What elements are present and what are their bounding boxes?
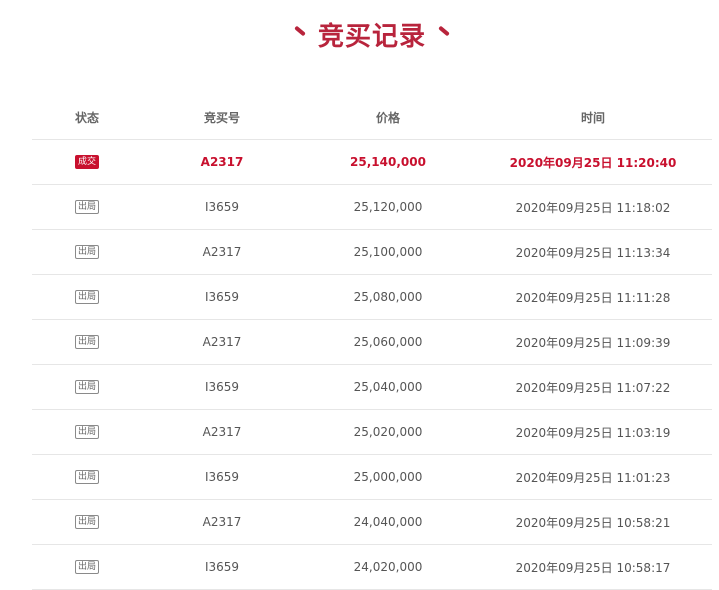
table-row: 出局 I3659 24,020,000 2020年09月25日 10:58:17: [32, 544, 712, 590]
bid-number-cell: I3659: [142, 274, 302, 320]
status-badge: 出局: [74, 200, 99, 215]
status-cell: 出局: [32, 364, 142, 410]
price-cell: 25,140,000: [302, 139, 474, 185]
bid-number-cell: A2317: [142, 409, 302, 455]
status-badge: 出局: [74, 335, 99, 350]
status-badge: 出局: [74, 515, 99, 530]
status-cell: 出局: [32, 409, 142, 455]
bid-number-cell: A2317: [142, 499, 302, 545]
table-row: 出局 A2317 25,100,000 2020年09月25日 11:13:34: [32, 229, 712, 275]
price-cell: 25,080,000: [302, 274, 474, 320]
table-row: 出局 I3659 25,080,000 2020年09月25日 11:11:28: [32, 274, 712, 320]
table-row: 出局 I3659 25,040,000 2020年09月25日 11:07:22: [32, 364, 712, 410]
time-cell: 2020年09月25日 11:07:22: [474, 364, 712, 410]
price-cell: 25,000,000: [302, 454, 474, 500]
price-cell: 25,040,000: [302, 364, 474, 410]
time-cell: 2020年09月25日 11:20:40: [474, 139, 712, 185]
table-row: 出局 A2317 25,060,000 2020年09月25日 11:09:39: [32, 319, 712, 365]
status-badge: 出局: [74, 560, 99, 575]
status-cell: 出局: [32, 454, 142, 500]
bid-number-cell: I3659: [142, 184, 302, 230]
time-cell: 2020年09月25日 11:01:23: [474, 454, 712, 500]
time-cell: 2020年09月25日 11:03:19: [474, 409, 712, 455]
title-decoration-right: [438, 25, 450, 37]
title-decoration-left: [294, 25, 306, 37]
time-cell: 2020年09月25日 11:13:34: [474, 229, 712, 275]
table-row: 出局 A2317 25,020,000 2020年09月25日 11:03:19: [32, 409, 712, 455]
status-badge: 出局: [74, 425, 99, 440]
bid-number-cell: A2317: [142, 139, 302, 185]
bid-number-cell: A2317: [142, 229, 302, 275]
time-cell: 2020年09月25日 11:18:02: [474, 184, 712, 230]
price-cell: 25,100,000: [302, 229, 474, 275]
header-bid-number: 竞买号: [142, 95, 302, 140]
page-title: 竞买记录: [317, 21, 426, 52]
status-badge: 出局: [74, 380, 99, 395]
table-header-row: 状态 竞买号 价格 时间: [32, 95, 712, 140]
header-price: 价格: [302, 95, 474, 140]
price-cell: 24,020,000: [302, 544, 474, 590]
bid-number-cell: A2317: [142, 319, 302, 365]
table-row: 出局 I3659 25,000,000 2020年09月25日 11:01:23: [32, 454, 712, 500]
status-badge: 出局: [74, 470, 99, 485]
table-body: 成交 A2317 25,140,000 2020年09月25日 11:20:40…: [32, 139, 712, 590]
status-cell: 出局: [32, 274, 142, 320]
status-cell: 出局: [32, 229, 142, 275]
table-row: 成交 A2317 25,140,000 2020年09月25日 11:20:40: [32, 139, 712, 185]
status-cell: 出局: [32, 544, 142, 590]
time-cell: 2020年09月25日 11:11:28: [474, 274, 712, 320]
status-cell: 出局: [32, 499, 142, 545]
bid-records-table: 状态 竞买号 价格 时间 成交 A2317 25,140,000 2020年09…: [32, 95, 712, 590]
header-status: 状态: [32, 95, 142, 140]
bid-number-cell: I3659: [142, 364, 302, 410]
header-time: 时间: [474, 95, 712, 140]
price-cell: 24,040,000: [302, 499, 474, 545]
status-badge: 出局: [74, 290, 99, 305]
bid-number-cell: I3659: [142, 544, 302, 590]
time-cell: 2020年09月25日 10:58:21: [474, 499, 712, 545]
price-cell: 25,120,000: [302, 184, 474, 230]
table-row: 出局 I3659 25,120,000 2020年09月25日 11:18:02: [32, 184, 712, 230]
price-cell: 25,020,000: [302, 409, 474, 455]
page-header: 竞买记录: [0, 14, 719, 54]
time-cell: 2020年09月25日 10:58:17: [474, 544, 712, 590]
status-cell: 出局: [32, 184, 142, 230]
price-cell: 25,060,000: [302, 319, 474, 365]
status-badge: 成交: [74, 155, 99, 170]
status-cell: 成交: [32, 139, 142, 185]
bid-number-cell: I3659: [142, 454, 302, 500]
status-badge: 出局: [74, 245, 99, 260]
time-cell: 2020年09月25日 11:09:39: [474, 319, 712, 365]
status-cell: 出局: [32, 319, 142, 365]
table-row: 出局 A2317 24,040,000 2020年09月25日 10:58:21: [32, 499, 712, 545]
